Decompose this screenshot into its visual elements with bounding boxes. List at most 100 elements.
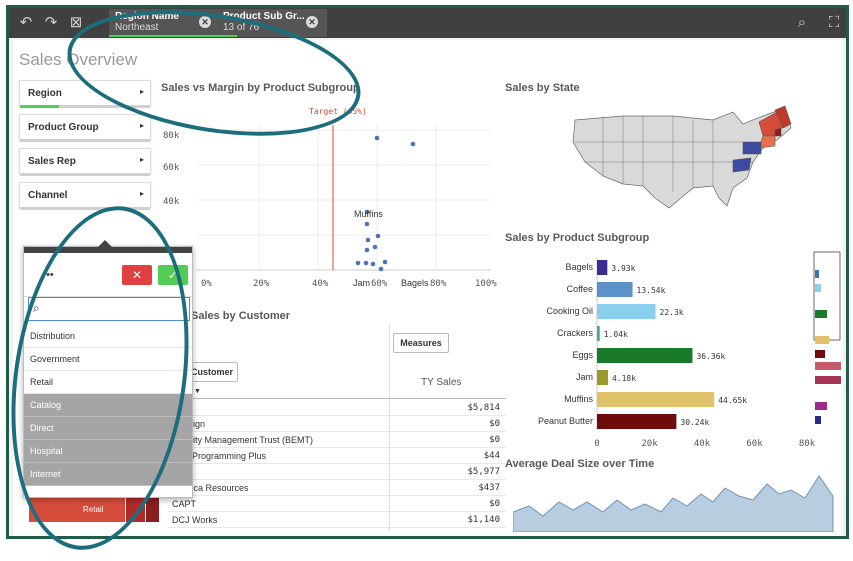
bar-category-label: Muffins (564, 394, 593, 404)
table-row[interactable]: Built Programming Plus $44 (168, 448, 506, 464)
scatter-points (355, 135, 416, 272)
y-tick: 80k (163, 131, 180, 141)
bar[interactable] (597, 370, 608, 385)
list-item-retail[interactable]: Retail (24, 371, 192, 394)
table-row[interactable]: r$5,977 (168, 464, 506, 480)
list-item-government[interactable]: Government (24, 348, 192, 371)
chevron-right-icon: ▸ (139, 155, 144, 164)
bar[interactable] (597, 414, 677, 429)
table-row[interactable]: t Equity Management Trust (BEMT) $0 (168, 432, 506, 448)
scatter-chart[interactable]: Target (45%) 80k 60k 40k 0% 20% 40% 60% … (161, 100, 501, 295)
chevron-right-icon: ▸ (139, 189, 144, 198)
table-row[interactable]: eDesign$0 (168, 416, 506, 432)
column-header-ty-sales[interactable]: TY Sales (421, 377, 461, 388)
list-item-internet[interactable]: Internet (24, 463, 192, 486)
x-tick: 40% (312, 279, 329, 289)
target-label: Target (45%) (309, 107, 367, 116)
x-tick: 60k (746, 439, 763, 449)
bar-value-label: 3.93k (611, 264, 635, 273)
bar-value-label: 1.04k (604, 330, 628, 339)
filter-label: Sales Rep (28, 156, 76, 167)
bar-category-label: Cooking Oil (546, 306, 593, 316)
x-tick: 60% (371, 279, 388, 289)
deal-size-area (513, 475, 834, 532)
sheet-title: Sales Overview (19, 50, 138, 69)
bar-value-label: 4.18k (612, 374, 636, 383)
sheet: Sales Overview Region ▸ Product Group ▸ … (13, 40, 843, 536)
bar-chart-title: Sales by Product Subgroup (505, 232, 650, 244)
table-row[interactable]: $5,814 (168, 400, 506, 416)
clear-chip-icon[interactable]: ✕ (199, 16, 211, 28)
bar-value-label: 44.65k (718, 396, 747, 405)
x-tick: 80% (430, 279, 447, 289)
more-options-button[interactable]: ••• (36, 265, 60, 285)
table-row[interactable]: Caprica Resources $437 (168, 480, 506, 496)
chip-progress (109, 35, 217, 37)
filter-channel[interactable]: Channel ▸ (19, 182, 151, 210)
list-item-direct[interactable]: Direct (24, 417, 192, 440)
us-map[interactable] (563, 102, 803, 222)
popup-header: ••• ✕ ✓ (24, 253, 192, 297)
chip-progress (217, 35, 237, 37)
x-tick: 80k (799, 439, 815, 449)
filter-label: Channel (28, 190, 68, 201)
bar-category-label: Crackers (557, 328, 594, 338)
measures-button[interactable]: Measures (393, 333, 449, 353)
step-back-icon[interactable]: ↶ (17, 14, 35, 32)
chevron-right-icon: ▸ (139, 121, 144, 130)
customer-dropdown-label: Customer (191, 367, 234, 377)
chip-sub: Northeast (115, 22, 159, 33)
treemap-label: Retail (83, 505, 104, 514)
bar-category-label: Jam (576, 372, 593, 382)
fullscreen-icon[interactable]: ⛶ (825, 14, 843, 32)
x-tick: 20% (253, 279, 270, 289)
list-item-catalog[interactable]: Catalog (24, 394, 192, 417)
confirm-selection-button[interactable]: ✓ (158, 265, 188, 285)
search-icon[interactable]: ⌕ (793, 14, 811, 32)
y-tick: 40k (163, 197, 180, 207)
filter-label: Product Group (28, 122, 99, 133)
bar-category-label: Bagels (565, 262, 593, 272)
chevron-right-icon: ▸ (139, 87, 144, 96)
bar-category-label: Eggs (572, 350, 593, 360)
bar[interactable] (597, 348, 693, 363)
list-item-distribution[interactable]: Distribution (24, 325, 192, 348)
chevron-down-icon: ▼ (194, 388, 201, 395)
bar[interactable] (597, 260, 608, 275)
bar-category-label: Peanut Butter (538, 416, 593, 426)
customer-title: Sales by Customer (191, 310, 291, 322)
x-tick: 100% (475, 279, 497, 289)
bar-value-label: 30.24k (680, 418, 709, 427)
list-item-hospital[interactable]: Hospital (24, 440, 192, 463)
filter-label: Region (28, 88, 62, 99)
search-icon: ⌕ (33, 301, 40, 315)
channel-selection-popup: ••• ✕ ✓ ⌕ Distribution Government Retail… (23, 240, 193, 498)
state-map-title: Sales by State (505, 82, 580, 94)
filter-sales-rep[interactable]: Sales Rep ▸ (19, 148, 151, 176)
table-row[interactable]: CAPT $0 (168, 496, 506, 512)
bar-chart[interactable]: Bagels 3.93k Coffee 13.54k Cooking Oil 22.3k C… (505, 250, 815, 450)
y-tick: 60k (163, 163, 180, 173)
toolbar: ↶ ↷ ⊠ Region Name Northeast ✕ Product Su… (9, 8, 846, 38)
mini-bar-chart (813, 251, 841, 424)
map-base (572, 107, 792, 209)
x-tick: 0 (594, 439, 599, 449)
deal-size-chart[interactable] (513, 472, 838, 532)
clear-selections-icon[interactable]: ⊠ (67, 14, 85, 32)
bar-value-label: 22.3k (660, 308, 684, 317)
clear-chip-icon[interactable]: ✕ (306, 16, 318, 28)
table-row[interactable]: DCJ Works $1,140 (168, 512, 506, 528)
filter-region[interactable]: Region ▸ (19, 80, 151, 108)
scatter-title: Sales vs Margin by Product Subgroup (161, 82, 360, 94)
cancel-selection-button[interactable]: ✕ (122, 265, 152, 285)
bar[interactable] (597, 282, 633, 297)
bar[interactable] (597, 304, 656, 319)
point-label: Jam (353, 278, 370, 288)
step-forward-icon[interactable]: ↷ (42, 14, 60, 32)
bar[interactable] (597, 392, 715, 407)
point-label: Muffins (354, 209, 383, 219)
bar-value-label: 36.36k (696, 352, 725, 361)
bar[interactable] (597, 326, 600, 341)
filter-product-group[interactable]: Product Group ▸ (19, 114, 151, 142)
search-field[interactable]: ⌕ (28, 297, 190, 321)
